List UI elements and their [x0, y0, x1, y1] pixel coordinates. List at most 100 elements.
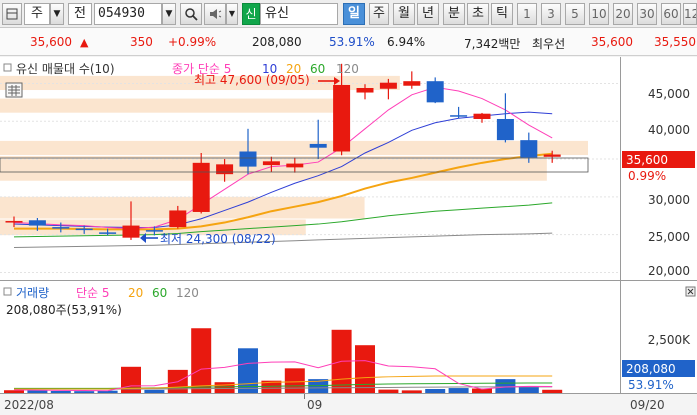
volume-profile-bar — [0, 140, 588, 156]
current-price: 35,600 — [30, 35, 72, 49]
volume-bar — [495, 379, 516, 393]
minute-1-button[interactable]: 1 — [517, 3, 537, 25]
minute-20-button[interactable]: 20 — [613, 3, 633, 25]
candle-body — [543, 154, 561, 157]
price-change: 350 — [130, 35, 153, 49]
candle-body — [473, 113, 491, 119]
period-year-tab[interactable]: 년 — [417, 3, 439, 25]
period-minute-tab[interactable]: 분 — [443, 3, 465, 25]
up-triangle-icon: ▲ — [80, 36, 89, 49]
period-year-label: 년 — [422, 6, 434, 21]
code-dropdown-icon[interactable]: ▼ — [162, 3, 176, 25]
market-type-label: 주 — [31, 6, 43, 21]
y-tick-25000: 25,000 — [648, 230, 690, 244]
price-change-pct: +0.99% — [168, 35, 217, 49]
candle-body — [5, 221, 23, 223]
candle-body — [262, 161, 280, 166]
minute-60-label: 60 — [663, 7, 679, 21]
volume-bar — [284, 368, 305, 393]
minute-120-label: 12 — [684, 7, 696, 21]
quote-bar: 35,600 ▲ 350 +0.99% 208,080 53.91% 6.94%… — [0, 28, 697, 56]
volume-profile-bar — [0, 156, 547, 181]
volume-bar — [355, 345, 375, 393]
minute-10-button[interactable]: 10 — [589, 3, 609, 25]
period-month-tab[interactable]: 월 — [393, 3, 415, 25]
candle-body — [286, 163, 304, 168]
candle-body — [450, 115, 468, 117]
candle-body — [169, 210, 187, 228]
stock-name-field[interactable]: 유신 — [260, 3, 338, 25]
prev-button[interactable]: 전 — [68, 3, 92, 25]
period-week-label: 주 — [373, 6, 385, 21]
search-icon[interactable] — [180, 3, 202, 25]
period-week-tab[interactable]: 주 — [369, 3, 389, 25]
low-price-label: 최저 24,300 (08/22) — [160, 232, 276, 246]
volume-bar — [401, 390, 422, 393]
stock-code-value: 054930 — [98, 6, 145, 21]
volume-panel-title: 거래량 — [16, 286, 49, 300]
volume-ratio: 53.91% — [329, 35, 375, 49]
candle-body — [426, 81, 444, 103]
y-tick-45000: 45,000 — [648, 87, 690, 101]
volume-bar — [144, 389, 165, 393]
minute-30-button[interactable]: 30 — [637, 3, 657, 25]
volume-bar — [214, 382, 235, 393]
minute-1-label: 1 — [523, 7, 531, 21]
period-tick-tab[interactable]: 틱 — [491, 3, 513, 25]
best-quote-label: 최우선 — [532, 37, 566, 51]
volume-bar — [378, 389, 399, 393]
trade-amount: 7,342백만 — [464, 37, 521, 51]
vol-ma20-legend: 20 — [128, 286, 143, 300]
market-type-select[interactable]: 주 — [24, 3, 50, 25]
volume-info: 208,080주(53,91%) — [6, 303, 122, 317]
volume-bar — [27, 390, 48, 393]
candle-body — [379, 82, 397, 89]
stock-status-text: 신 — [245, 7, 257, 21]
candle-body — [496, 118, 514, 141]
best-bid-price: 35,550 — [654, 35, 696, 49]
minute-3-button[interactable]: 3 — [541, 3, 561, 25]
prev-label: 전 — [74, 6, 86, 21]
y-tick-40000: 40,000 — [648, 123, 690, 137]
x-label-end: 09/20 — [630, 398, 665, 412]
y-tick-30000: 30,000 — [648, 193, 690, 207]
y-tick-20000: 20,000 — [648, 264, 690, 278]
turnover-rate: 6.94% — [387, 35, 426, 49]
x-label-start: 2022/08 — [4, 398, 54, 412]
chevron-down-icon[interactable]: ▼ — [50, 3, 64, 25]
period-minute-label: 분 — [448, 6, 460, 21]
grid-toggle-icon[interactable] — [5, 82, 23, 98]
period-second-tab[interactable]: 초 — [467, 3, 489, 25]
candle-body — [75, 228, 93, 231]
speaker-icon[interactable] — [204, 3, 226, 25]
minute-60-button[interactable]: 60 — [661, 3, 681, 25]
time-axis-bg — [0, 394, 697, 415]
vol-ma60-legend: 60 — [152, 286, 167, 300]
candle-body — [52, 227, 70, 229]
stock-chart[interactable]: 최고 47,600 (09/05) 최저 24,300 (08/22) 유신 매… — [0, 57, 697, 415]
volume-bar — [4, 390, 24, 393]
chart-toolbar: 주 ▼ 전 054930 ▼ ▼ 신 유신 일 주 월 년 분 초 틱 1 3 … — [0, 0, 697, 28]
candle-body — [122, 225, 140, 238]
menu-icon[interactable] — [2, 3, 22, 25]
ma120-legend: 120 — [336, 62, 359, 76]
vol-ma120-legend: 120 — [176, 286, 199, 300]
ma10-legend: 10 — [262, 62, 277, 76]
speaker-dropdown-icon[interactable]: ▼ — [226, 3, 238, 25]
period-day-tab[interactable]: 일 — [343, 3, 365, 25]
best-ask-price: 35,600 — [591, 35, 633, 49]
minute-120-button[interactable]: 12 — [683, 3, 697, 25]
price-panel-title: 유신 매물대 수(10) — [16, 62, 115, 76]
volume-bar — [448, 388, 469, 393]
volume-bar — [191, 328, 212, 393]
candle-body — [309, 143, 327, 148]
candle-body — [520, 140, 538, 158]
minute-30-label: 30 — [639, 7, 655, 21]
minute-5-button[interactable]: 5 — [565, 3, 585, 25]
stock-name: 유신 — [265, 6, 289, 21]
volume-bar — [50, 390, 71, 393]
minute-3-label: 3 — [547, 7, 555, 21]
stock-code-input[interactable]: 054930 — [94, 3, 162, 25]
period-month-label: 월 — [398, 6, 410, 21]
candle-body — [333, 84, 351, 152]
